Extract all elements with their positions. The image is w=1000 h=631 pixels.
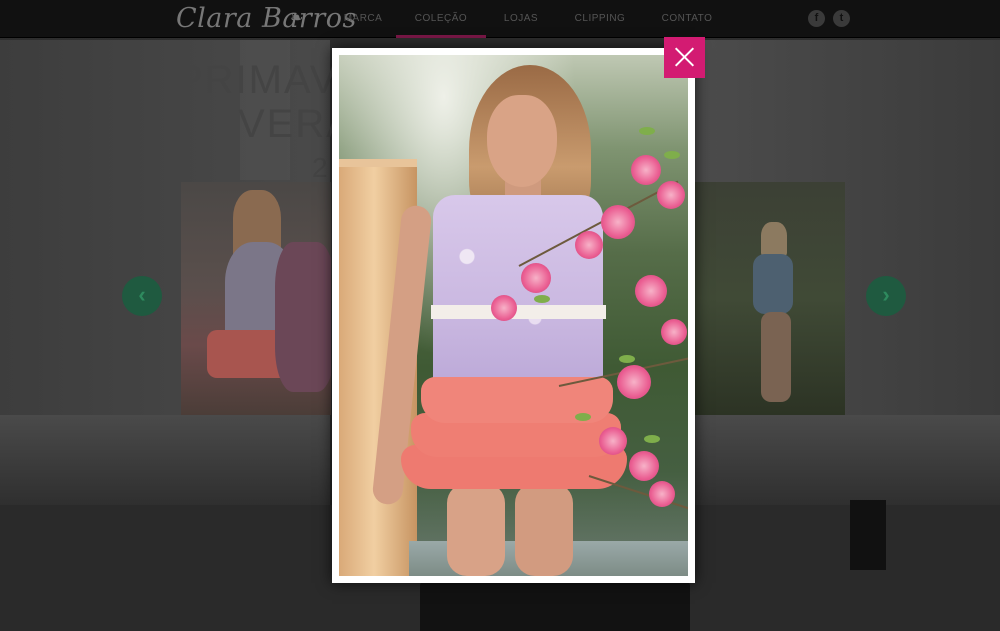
- background-ledge-left: [0, 415, 330, 505]
- thumbnail-flowers: [275, 242, 331, 392]
- photo-flower: [601, 205, 635, 239]
- model-top: [433, 195, 603, 400]
- photo-flower: [657, 181, 685, 209]
- nav-item-colecao[interactable]: COLEÇÃO: [396, 0, 486, 38]
- photo-flower: [575, 231, 603, 259]
- chevron-left-icon: ‹: [138, 282, 146, 307]
- main-nav: MARCA COLEÇÃO LOJAS CLIPPING CONTATO: [330, 0, 730, 38]
- lightbox-frame: [332, 48, 695, 583]
- photo-leaf: [664, 151, 680, 159]
- chevron-right-icon: ›: [882, 282, 890, 307]
- photo-flower: [521, 263, 551, 293]
- background-window: [850, 500, 886, 570]
- model-face: [487, 95, 557, 187]
- model-leg-left: [447, 483, 505, 576]
- carousel-prev-button[interactable]: ‹: [122, 276, 162, 316]
- model-leg-right: [515, 483, 573, 576]
- nav-item-lojas[interactable]: LOJAS: [486, 0, 556, 38]
- photo-flower: [599, 427, 627, 455]
- background-ledge-right: [690, 415, 1000, 505]
- lightbox-close-button[interactable]: [664, 37, 705, 78]
- photo-flower: [629, 451, 659, 481]
- facebook-icon[interactable]: f: [808, 10, 825, 27]
- photo-flower: [617, 365, 651, 399]
- carousel-thumbnail-right[interactable]: [695, 182, 845, 415]
- thumbnail-figure-legs: [761, 312, 791, 402]
- photo-flower: [649, 481, 675, 507]
- twitter-icon[interactable]: t: [833, 10, 850, 27]
- lightbox-photo: [339, 55, 688, 576]
- nav-item-marca[interactable]: MARCA: [330, 0, 396, 38]
- nav-item-clipping[interactable]: CLIPPING: [556, 0, 644, 38]
- carousel-next-button[interactable]: ›: [866, 276, 906, 316]
- model-belt: [431, 305, 606, 319]
- photo-flower: [635, 275, 667, 307]
- background-dress: [420, 580, 690, 631]
- photo-leaf: [534, 295, 550, 303]
- bow-icon: ❧: [290, 10, 304, 27]
- photo-leaf: [575, 413, 591, 421]
- top-navigation-bar: Clara Barros ❧ MARCA COLEÇÃO LOJAS CLIPP…: [0, 0, 1000, 38]
- photo-leaf: [619, 355, 635, 363]
- photo-flower: [631, 155, 661, 185]
- photo-leaf: [644, 435, 660, 443]
- nav-item-contato[interactable]: CONTATO: [644, 0, 730, 38]
- carousel-thumbnail-left[interactable]: [181, 182, 331, 415]
- thumbnail-figure-head: [761, 222, 787, 256]
- thumbnail-figure-dress: [753, 254, 793, 314]
- social-links: f t: [808, 10, 850, 27]
- photo-flower: [661, 319, 687, 345]
- photo-flower: [491, 295, 517, 321]
- photo-leaf: [639, 127, 655, 135]
